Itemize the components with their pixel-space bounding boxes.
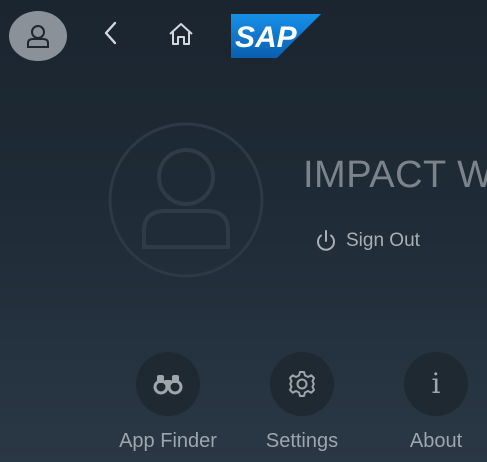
- app-finder-circle: [136, 352, 200, 416]
- settings-circle: [270, 352, 334, 416]
- about-button[interactable]: i About: [376, 352, 487, 453]
- about-label: About: [409, 430, 463, 452]
- shell-header: SAP: [0, 0, 487, 76]
- sap-logo-text: SAP: [235, 21, 298, 54]
- app-finder-label: App Finder: [119, 430, 217, 452]
- gear-icon: [289, 371, 315, 397]
- home-button[interactable]: [166, 20, 196, 48]
- power-icon: [317, 230, 335, 251]
- sap-logo[interactable]: SAP: [231, 14, 321, 58]
- sign-out-button[interactable]: Sign Out: [314, 226, 420, 256]
- settings-button[interactable]: Settings: [242, 352, 362, 453]
- app-finder-button[interactable]: App Finder: [108, 352, 228, 453]
- user-menu-button[interactable]: [9, 11, 67, 61]
- chevron-left-icon: [104, 21, 117, 45]
- about-circle: i: [404, 352, 468, 416]
- binoculars-icon: [153, 375, 183, 395]
- back-button[interactable]: [98, 18, 124, 48]
- info-icon: i: [431, 367, 441, 400]
- settings-label: Settings: [265, 430, 339, 452]
- sign-out-label: Sign Out: [346, 230, 420, 251]
- home-icon: [169, 23, 193, 45]
- user-avatar: [108, 122, 264, 278]
- person-icon: [142, 148, 230, 249]
- user-name: IMPACT W: [303, 154, 487, 196]
- person-icon: [27, 25, 49, 48]
